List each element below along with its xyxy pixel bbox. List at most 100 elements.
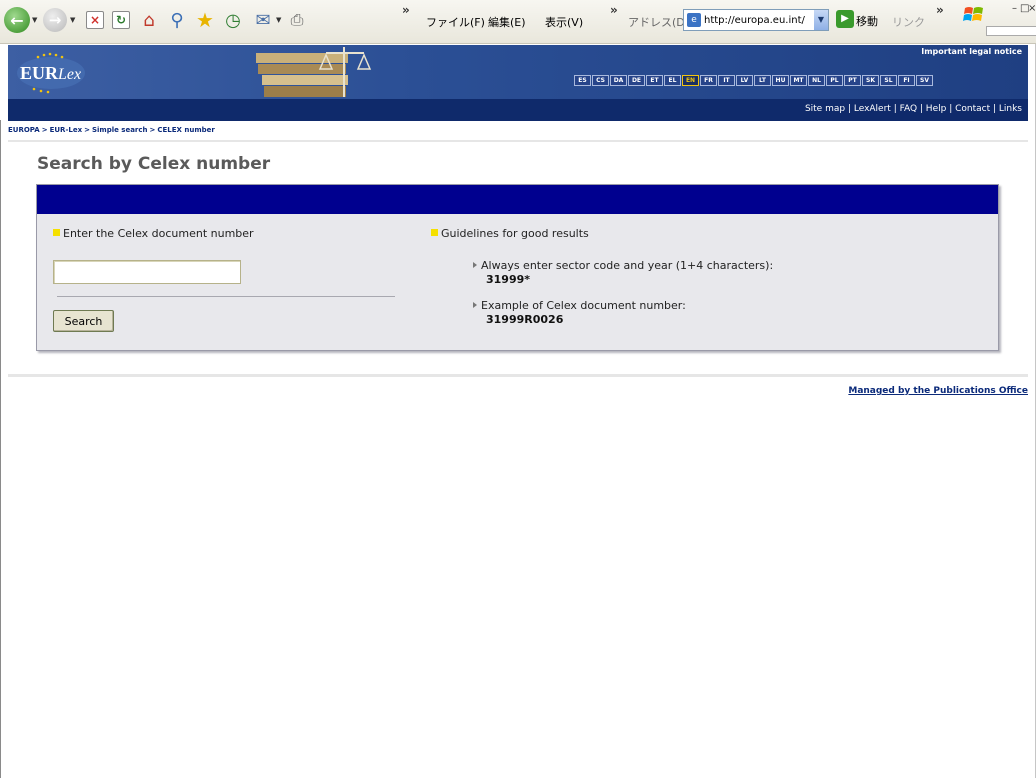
- home-button[interactable]: ⌂: [136, 7, 162, 33]
- breadcrumb-item: CELEX number: [157, 126, 215, 134]
- language-pt[interactable]: PT: [844, 75, 861, 86]
- breadcrumb-separator: >: [84, 126, 90, 134]
- back-arrow-icon: ←: [4, 7, 30, 33]
- search-button-browser[interactable]: ⚲: [164, 7, 190, 33]
- guidelines-label: Guidelines for good results: [441, 227, 589, 240]
- language-nl[interactable]: NL: [808, 75, 825, 86]
- utility-link-site-map[interactable]: Site map: [805, 104, 845, 114]
- window-left-border: [0, 120, 1, 778]
- language-pl[interactable]: PL: [826, 75, 843, 86]
- utility-link-contact[interactable]: Contact: [955, 104, 990, 114]
- utility-link-links[interactable]: Links: [999, 104, 1022, 114]
- minimize-icon[interactable]: –: [1012, 3, 1017, 14]
- panel-divider: [57, 296, 395, 297]
- divider-top: [8, 140, 1028, 142]
- toolbar-overflow-3[interactable]: »: [936, 3, 944, 17]
- breadcrumb-separator: >: [149, 126, 156, 134]
- toolbar-search-field[interactable]: [986, 26, 1036, 36]
- enter-number-label: Enter the Celex document number: [63, 227, 254, 240]
- language-es[interactable]: ES: [574, 75, 591, 86]
- svg-text:Lex: Lex: [57, 66, 81, 83]
- triangle-right-icon: [473, 262, 477, 268]
- language-mt[interactable]: MT: [790, 75, 807, 86]
- utility-links: Site map | LexAlert | FAQ | Help | Conta…: [805, 104, 1022, 114]
- forward-dropdown-icon[interactable]: ▼: [70, 16, 75, 24]
- forward-button[interactable]: →: [42, 7, 68, 33]
- address-bar[interactable]: e http://europa.eu.int/ ▼: [683, 9, 829, 31]
- back-dropdown-icon[interactable]: ▼: [32, 16, 37, 24]
- back-button[interactable]: ←: [4, 7, 30, 33]
- go-arrow-icon[interactable]: ▶: [836, 10, 854, 28]
- language-lt[interactable]: LT: [754, 75, 771, 86]
- language-en[interactable]: EN: [682, 75, 699, 86]
- guideline-text: Example of Celex document number:: [481, 299, 686, 312]
- breadcrumb-item[interactable]: EUR-Lex: [50, 126, 82, 134]
- utility-link-help[interactable]: Help: [926, 104, 947, 114]
- links-button[interactable]: リンク: [892, 14, 925, 30]
- search-button[interactable]: Search: [53, 310, 114, 332]
- language-sl[interactable]: SL: [880, 75, 897, 86]
- menu-file[interactable]: ファイル(F): [426, 14, 485, 30]
- legal-notice-link[interactable]: Important legal notice: [921, 47, 1022, 56]
- language-fr[interactable]: FR: [700, 75, 717, 86]
- page-title: Search by Celex number: [37, 154, 271, 174]
- language-el[interactable]: EL: [664, 75, 681, 86]
- toolbar-overflow-1[interactable]: »: [402, 3, 410, 17]
- language-bar: ES CS DA DE ET EL EN FR IT LV LT HU MT NL PL PT SK SL FI SV: [574, 75, 933, 86]
- page-icon: e: [687, 13, 701, 27]
- breadcrumb-item[interactable]: EUROPA: [8, 126, 40, 134]
- language-da[interactable]: DA: [610, 75, 627, 86]
- publications-office-link[interactable]: Managed by the Publications Office: [848, 386, 1028, 396]
- bullet-square-icon: [53, 229, 60, 236]
- link-separator: |: [845, 104, 854, 114]
- printer-icon: ⎙: [290, 10, 304, 29]
- favorites-button[interactable]: ★: [192, 7, 218, 33]
- magnifier-icon: ⚲: [170, 9, 184, 31]
- mail-dropdown-icon[interactable]: ▼: [276, 16, 281, 24]
- go-button[interactable]: 移動: [856, 13, 878, 29]
- books-and-scales-icon: [256, 47, 372, 97]
- language-cs[interactable]: CS: [592, 75, 609, 86]
- guideline-item: Example of Celex document number:: [473, 299, 686, 312]
- bullet-square-icon: [431, 229, 438, 236]
- guideline-example: 31999R0026: [486, 313, 564, 326]
- language-et[interactable]: ET: [646, 75, 663, 86]
- address-input[interactable]: http://europa.eu.int/: [704, 15, 814, 26]
- windows-logo-icon: [963, 7, 983, 21]
- triangle-right-icon: [473, 302, 477, 308]
- refresh-button[interactable]: ↻: [108, 7, 134, 33]
- print-button[interactable]: ⎙: [284, 7, 310, 33]
- forward-arrow-icon: →: [43, 8, 67, 32]
- breadcrumb-item[interactable]: Simple search: [92, 126, 148, 134]
- svg-text:EUR: EUR: [20, 63, 59, 83]
- home-icon: ⌂: [143, 9, 155, 31]
- language-sv[interactable]: SV: [916, 75, 933, 86]
- history-button[interactable]: ◷: [220, 7, 246, 33]
- link-separator: |: [946, 104, 956, 114]
- language-fi[interactable]: FI: [898, 75, 915, 86]
- guidelines-heading: Guidelines for good results: [431, 227, 589, 240]
- eur-lex-logo[interactable]: EUR Lex: [14, 49, 88, 95]
- close-icon[interactable]: ×: [1028, 3, 1036, 14]
- star-icon: ★: [196, 8, 214, 32]
- mail-icon: ✉: [255, 9, 271, 31]
- toolbar-overflow-2[interactable]: »: [610, 3, 618, 17]
- language-it[interactable]: IT: [718, 75, 735, 86]
- site-header: EUR Lex Important legal notice ES CS DA DE E…: [8, 45, 1028, 121]
- language-lv[interactable]: LV: [736, 75, 753, 86]
- browser-toolbar: ← ▼ → ▼ × ↻ ⌂ ⚲ ★ ◷ ✉ ▼ ⎙ » ファイル(F) 編集(E…: [0, 0, 1036, 44]
- mail-button[interactable]: ✉: [250, 7, 276, 33]
- language-de[interactable]: DE: [628, 75, 645, 86]
- stop-button[interactable]: ×: [82, 7, 108, 33]
- address-label: アドレス(D): [628, 16, 690, 29]
- address-dropdown-icon[interactable]: ▼: [814, 10, 828, 30]
- language-hu[interactable]: HU: [772, 75, 789, 86]
- menu-edit[interactable]: 編集(E): [488, 14, 526, 30]
- language-sk[interactable]: SK: [862, 75, 879, 86]
- link-separator: |: [890, 104, 900, 114]
- enter-number-heading: Enter the Celex document number: [53, 227, 254, 240]
- celex-number-input[interactable]: [53, 260, 241, 284]
- utility-link-lexalert[interactable]: LexAlert: [854, 104, 891, 114]
- menu-view[interactable]: 表示(V): [545, 14, 583, 30]
- utility-link-faq[interactable]: FAQ: [900, 104, 917, 114]
